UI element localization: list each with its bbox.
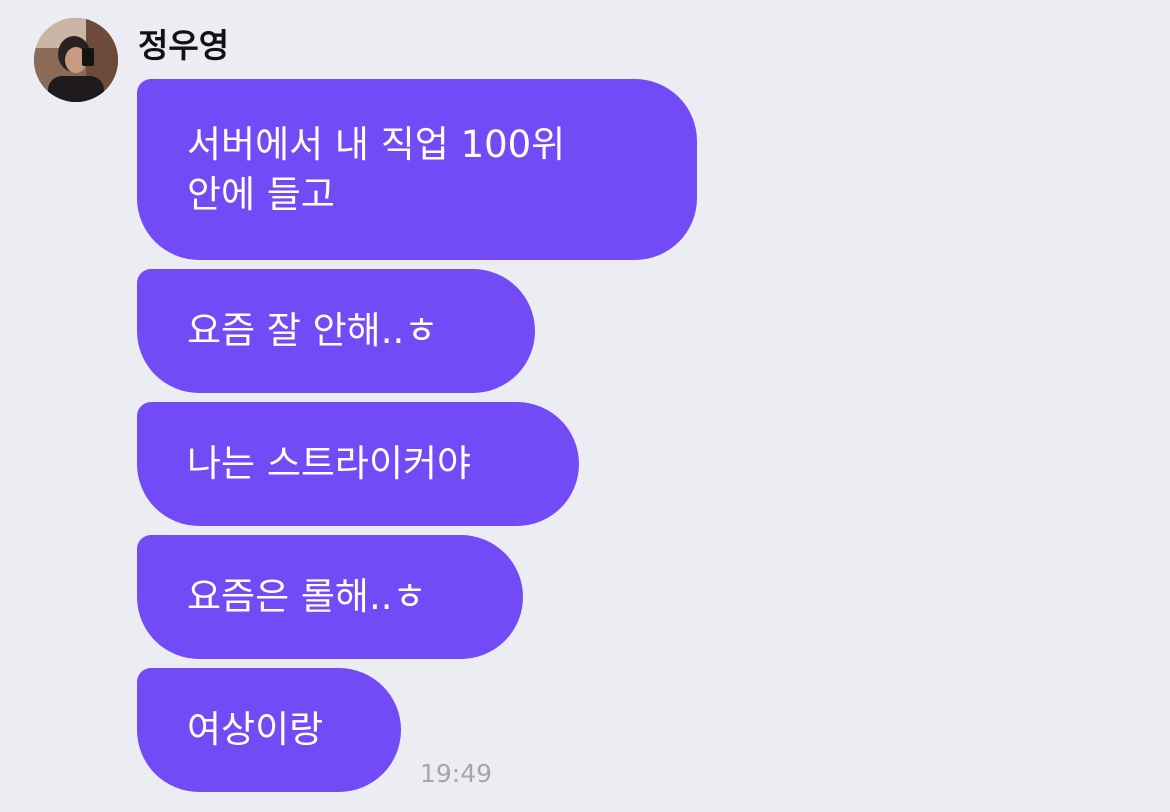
profile-photo-image — [34, 18, 118, 102]
message-bubble[interactable]: 서버에서 내 직업 100위 안에 들고 — [137, 79, 697, 260]
message-text: 요즘은 롤해..ㅎ — [187, 575, 427, 618]
message-bubble[interactable]: 여상이랑 — [137, 668, 401, 792]
message-bubble[interactable]: 요즘은 롤해..ㅎ — [137, 535, 523, 659]
sender-name: 정우영 — [138, 26, 230, 65]
message-bubble[interactable]: 나는 스트라이커야 — [137, 402, 579, 526]
message-bubble[interactable]: 요즘 잘 안해..ㅎ — [137, 269, 535, 393]
message-text: 안에 들고 — [187, 172, 335, 216]
message-text: 서버에서 내 직업 100위 — [187, 122, 566, 166]
message-text: 여상이랑 — [187, 708, 324, 751]
message-text: 나는 스트라이커야 — [187, 442, 472, 485]
message-text: 요즘 잘 안해..ㅎ — [187, 309, 439, 352]
message-timestamp: 19:49 — [420, 759, 493, 788]
avatar[interactable] — [34, 18, 118, 102]
